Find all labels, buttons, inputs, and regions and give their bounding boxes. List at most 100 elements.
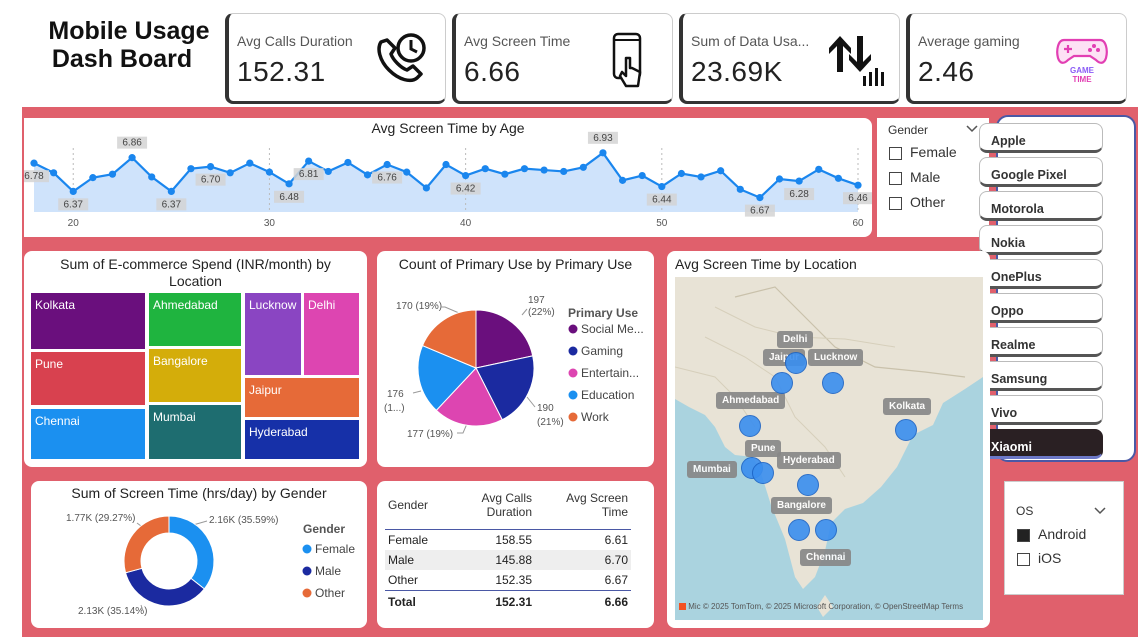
map-canvas[interactable] (675, 277, 983, 620)
treemap-cell-kolkata[interactable]: Kolkata (30, 292, 146, 350)
chevron-down-icon[interactable] (1094, 507, 1106, 515)
gender-filter[interactable]: Gender Female Male Other (877, 118, 989, 237)
data-point[interactable] (246, 159, 254, 167)
data-point[interactable] (442, 160, 450, 169)
treemap-cell-mumbai[interactable]: Mumbai (148, 404, 242, 460)
brand-slicer-motorola[interactable]: Motorola (979, 191, 1103, 221)
table-row[interactable]: Female 158.55 6.61 (385, 529, 631, 550)
checkbox[interactable] (889, 171, 902, 185)
data-point[interactable] (638, 171, 646, 180)
data-point[interactable] (89, 174, 97, 182)
map-bubble[interactable] (785, 352, 807, 374)
legend-label[interactable]: Social Me... (581, 322, 644, 336)
donut-slice[interactable] (123, 515, 170, 574)
brand-slicer-nokia[interactable]: Nokia (979, 225, 1103, 255)
map-bubble[interactable] (771, 372, 793, 394)
data-point[interactable] (265, 168, 274, 176)
checkbox[interactable] (1017, 552, 1030, 566)
data-point[interactable] (795, 177, 803, 185)
treemap-cell-ahmedabad[interactable]: Ahmedabad (148, 292, 242, 347)
legend-label[interactable]: Other (315, 586, 345, 600)
checkbox-checked[interactable] (1017, 528, 1030, 542)
data-point[interactable] (363, 171, 372, 179)
data-point[interactable] (30, 159, 38, 167)
map-bubble[interactable] (815, 519, 837, 541)
map-bubble[interactable] (752, 462, 774, 484)
table-row[interactable]: Male 145.88 6.70 (385, 549, 631, 570)
donut-slice[interactable] (124, 567, 206, 607)
gender-option-other[interactable]: Other (889, 194, 945, 210)
data-point[interactable] (462, 171, 470, 180)
data-point[interactable] (324, 167, 332, 176)
data-point[interactable] (618, 176, 627, 184)
brand-slicer-apple[interactable]: Apple (979, 123, 1103, 153)
data-point[interactable] (481, 165, 489, 173)
data-point[interactable] (206, 163, 215, 171)
legend-label[interactable]: Male (315, 564, 341, 578)
data-point[interactable] (579, 163, 587, 171)
data-point[interactable] (520, 165, 529, 173)
kpi-card-screen-time[interactable]: Avg Screen Time 6.66 (452, 13, 673, 104)
legend-label[interactable]: Education (581, 388, 634, 402)
data-point[interactable] (383, 160, 391, 169)
map-bubble[interactable] (822, 372, 844, 394)
map-bubble[interactable] (788, 519, 810, 541)
data-point[interactable] (422, 184, 430, 192)
checkbox[interactable] (889, 196, 902, 210)
gender-table[interactable]: Gender Avg Calls Duration Avg Screen Tim… (377, 481, 654, 628)
data-point[interactable] (736, 185, 744, 193)
data-point[interactable] (599, 149, 607, 157)
treemap-cell-pune[interactable]: Pune (30, 351, 146, 406)
data-point[interactable] (560, 167, 568, 176)
location-map[interactable]: Avg Screen Time by Location Delhi Jaipur… (667, 251, 990, 628)
treemap-cell-delhi[interactable]: Delhi (303, 292, 360, 376)
data-point[interactable] (167, 187, 175, 195)
brand-slicer-oneplus[interactable]: OnePlus (979, 259, 1103, 289)
treemap-cell-hyderabad[interactable]: Hyderabad (244, 419, 360, 460)
brand-slicer-realme[interactable]: Realme (979, 327, 1103, 357)
map-bubble[interactable] (739, 415, 761, 437)
data-point[interactable] (756, 194, 764, 202)
data-point[interactable] (815, 165, 823, 173)
data-point[interactable] (658, 182, 666, 191)
data-point[interactable] (501, 170, 509, 178)
data-point[interactable] (344, 158, 352, 167)
table-header[interactable]: Gender (385, 489, 431, 521)
treemap-cell-bangalore[interactable]: Bangalore (148, 348, 242, 403)
table-header[interactable]: Avg Screen Time (535, 489, 631, 521)
data-point[interactable] (697, 173, 705, 181)
legend-label[interactable]: Entertain... (581, 366, 639, 380)
table-total-row[interactable]: Total 152.31 6.66 (385, 590, 631, 613)
data-point[interactable] (128, 154, 136, 162)
data-point[interactable] (540, 166, 548, 174)
kpi-card-gaming[interactable]: Average gaming 2.46 GAME TIME (906, 13, 1127, 104)
donut-slice[interactable] (168, 515, 215, 590)
data-point[interactable] (775, 175, 784, 183)
age-line-chart[interactable]: Avg Screen Time by Age 20 30 40 50 60 6.78 6.3… (24, 118, 872, 237)
checkbox[interactable] (889, 146, 902, 160)
chevron-down-icon[interactable] (966, 125, 978, 133)
gender-option-male[interactable]: Male (889, 169, 940, 185)
brand-slicer-samsung[interactable]: Samsung (979, 361, 1103, 391)
data-point[interactable] (285, 180, 293, 188)
os-option-ios[interactable]: iOS (1017, 550, 1061, 566)
data-point[interactable] (50, 169, 58, 177)
table-header[interactable]: Avg Calls Duration (431, 489, 535, 521)
data-point[interactable] (305, 157, 313, 165)
map-bubble[interactable] (797, 474, 819, 496)
treemap-cell-jaipur[interactable]: Jaipur (244, 377, 360, 418)
treemap-cell-chennai[interactable]: Chennai (30, 408, 146, 460)
brand-slicer-xiaomi[interactable]: Xiaomi (979, 429, 1103, 459)
data-point[interactable] (187, 165, 195, 173)
treemap-cell-lucknow[interactable]: Lucknow (244, 292, 302, 376)
brand-slicer-oppo[interactable]: Oppo (979, 293, 1103, 323)
gender-donut-chart[interactable]: Sum of Screen Time (hrs/day) by Gender G… (31, 481, 367, 628)
table-row[interactable]: Other 152.35 6.67 (385, 569, 631, 590)
data-point[interactable] (226, 169, 234, 177)
brand-slicer-vivo[interactable]: Vivo (979, 395, 1103, 425)
map-attribution[interactable]: © 2025 TomTom, © 2025 Microsoft Corporat… (703, 602, 963, 611)
brand-slicer-google-pixel[interactable]: Google Pixel (979, 157, 1103, 187)
primary-use-pie-chart[interactable]: Count of Primary Use by Primary Use 197 … (377, 251, 654, 467)
data-point[interactable] (403, 168, 411, 176)
map-bubble[interactable] (895, 419, 917, 441)
